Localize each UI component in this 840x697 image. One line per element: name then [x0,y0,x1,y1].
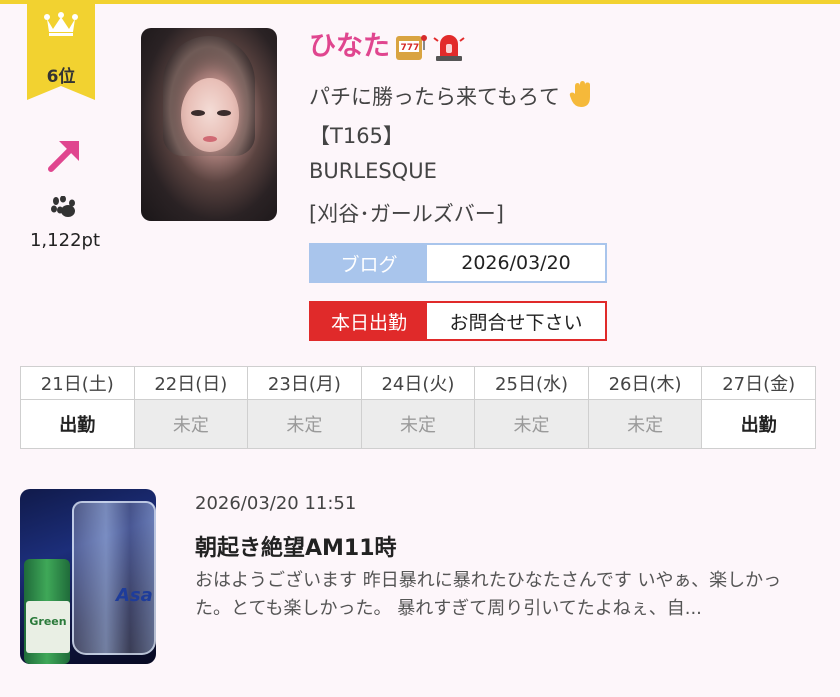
blog-tag-date: 2026/03/20 [427,245,605,281]
profile-name[interactable]: ひなた [309,30,390,64]
schedule-day: 27日(金) [701,366,816,400]
blog-datetime: 2026/03/20 11:51 [195,493,357,514]
schedule-day: 24日(火) [360,366,476,400]
profile-photo[interactable] [141,28,277,221]
rank-badge: 6位 [27,0,95,100]
work-tag-label: 本日出勤 [311,303,427,339]
schedule-day: 26日(木) [587,366,703,400]
schedule-day: 25日(水) [474,366,589,400]
schedule-status: 出勤 [20,399,135,449]
catchphrase-text: パチに勝ったら来てもろて [309,85,560,109]
work-tag-value: お問合せ下さい [427,303,605,339]
slot-machine-icon: 777 [396,35,427,60]
area-info: [刈谷･ガールズバー] [309,202,504,226]
work-tag: 本日出勤 お問合せ下さい [309,301,607,341]
svg-text:777: 777 [401,43,420,53]
profile-name-row[interactable]: ひなた 777 [309,30,466,64]
points-value: 1,122pt [29,230,100,251]
crown-icon [44,12,78,36]
siren-icon [433,35,465,61]
schedule-status: 未定 [247,399,362,449]
raised-hand-icon [569,81,590,107]
schedule-status: 未定 [360,399,476,449]
arrow-up-right-icon [48,141,79,172]
bottle-label-text: Green [29,615,67,628]
schedule-status: 未定 [133,399,249,449]
height-info: 【T165】 [309,124,404,148]
top-accent-bar [0,0,840,4]
blog-tag[interactable]: ブログ 2026/03/20 [309,243,607,283]
glass-logo-text: Asa [116,585,153,606]
shop-name[interactable]: BURLESQUE [309,159,437,183]
schedule-table: 21日(土) 22日(日) 23日(月) 24日(火) 25日(水) 26日(木… [20,366,816,449]
catchphrase: パチに勝ったら来てもろて [309,80,595,111]
schedule-status: 未定 [587,399,703,449]
schedule-day: 22日(日) [133,366,249,400]
blog-tag-label[interactable]: ブログ [311,245,427,281]
schedule-day: 23日(月) [247,366,362,400]
schedule-status: 出勤 [701,399,816,449]
schedule-status: 未定 [474,399,589,449]
blog-thumbnail[interactable]: Green Asa [20,489,156,664]
rank-label: 6位 [46,67,76,87]
paw-icon [51,196,75,217]
blog-title[interactable]: 朝起き絶望AM11時 [195,530,397,562]
blog-excerpt: おはようございます 昨日暴れに暴れたひなたさんです いやぁ、楽しかった。とても楽… [195,570,782,619]
schedule-day: 21日(土) [20,366,135,400]
